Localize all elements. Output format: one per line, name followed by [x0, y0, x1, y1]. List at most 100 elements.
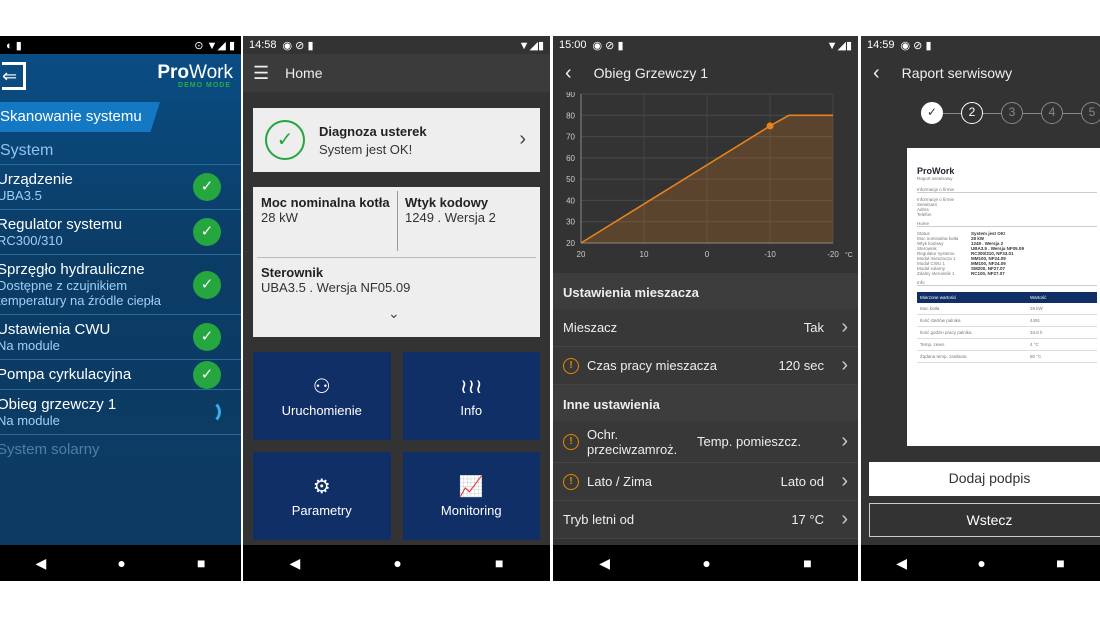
diagnosis-card[interactable]: ✓ Diagnoza usterek System jest OK! › — [253, 108, 540, 172]
report-preview: ProWork Raport serwisowy Informacje o fi… — [907, 148, 1100, 446]
item-title: Sprzęgło hydrauliczne — [0, 261, 145, 278]
device-info-card: Moc nominalna kotła 28 kW Wtyk kodowy 1249… — [253, 187, 540, 337]
home-icon[interactable]: ● — [702, 555, 710, 571]
list-item: Ustawienia CWU Na module ✓ — [0, 315, 241, 360]
back-icon[interactable]: ◀ — [36, 555, 47, 572]
setting-summer-mode[interactable]: Tryb letni od 17 °C › — [553, 501, 858, 539]
y-tick-label: 20 — [566, 239, 575, 248]
section-header: Inne ustawienia — [553, 385, 858, 421]
tile-monitoring[interactable]: 📈 Monitoring — [402, 452, 540, 540]
x-tick-label: -10 — [764, 250, 776, 259]
warning-icon: ! — [563, 433, 579, 450]
add-signature-button[interactable]: Dodaj podpis — [869, 462, 1100, 496]
y-tick-label: 70 — [566, 133, 575, 142]
table-row: Moc kotła 28 kW — [917, 303, 1097, 315]
recents-icon[interactable]: ■ — [495, 555, 503, 571]
x-tick-label: -20 — [827, 250, 839, 259]
item-title: Regulator systemu — [0, 216, 123, 233]
android-nav: ◀ ● ■ — [861, 545, 1100, 581]
page-title: Skanowanie systemu — [0, 102, 160, 132]
chevron-right-icon: › — [841, 508, 848, 530]
chevron-right-icon: › — [841, 354, 848, 376]
table-row: Ilość startów palnika 4491 — [917, 315, 1097, 327]
tile-parametry[interactable]: ⚙ Parametry — [253, 452, 391, 540]
list-item: Pompa cyrkulacyjna ✓ — [0, 360, 241, 390]
app-bar-title: Raport serwisowy — [901, 65, 1013, 81]
user-gear-icon: ⚇ — [312, 376, 331, 398]
recents-icon[interactable]: ■ — [1056, 555, 1064, 571]
back-button[interactable]: Wstecz — [869, 503, 1100, 537]
y-tick-label: 90 — [566, 92, 575, 99]
step-4[interactable]: 4 — [1041, 102, 1063, 124]
demo-mode-label: DEMO MODE — [178, 82, 231, 89]
recents-icon[interactable]: ■ — [803, 555, 811, 571]
check-icon: ✓ — [193, 360, 221, 389]
diag-title: Diagnoza usterek — [319, 124, 427, 139]
chart-icon: 📈 — [458, 476, 484, 498]
android-nav: ◀ ● ■ — [0, 545, 241, 581]
list-item: Regulator systemu RC300/310 ✓ — [0, 210, 241, 255]
step-2[interactable]: 2 — [961, 102, 983, 124]
screen-system-scan: ◐ ▮ ⊙ ▼◢ ▮ ⇐ ProWork DEMO MODE Skanowanie… — [0, 36, 241, 581]
item-title: Urządzenie — [0, 171, 73, 188]
back-icon[interactable]: ◀ — [599, 555, 610, 572]
check-circle-icon: ✓ — [265, 120, 305, 160]
step-3[interactable]: 3 — [1001, 102, 1023, 124]
tile-info[interactable]: ≀≀≀ Info — [402, 352, 540, 440]
y-tick-label: 30 — [566, 218, 575, 227]
current-point-marker — [766, 122, 774, 130]
list-item-faded: System solarny — [0, 441, 100, 458]
step-5[interactable]: 5 — [1081, 102, 1100, 124]
gear-icon: ⚙ — [312, 476, 331, 498]
chevron-down-icon[interactable]: ⌄ — [388, 305, 400, 322]
item-subtitle: RC300/310 — [0, 233, 63, 248]
warning-icon: ! — [563, 357, 579, 374]
back-arrow-icon[interactable]: ‹ — [873, 62, 880, 85]
item-title: Ustawienia CWU — [0, 321, 111, 338]
item-subtitle: UBA3.5 — [0, 188, 42, 203]
section-header: Ustawienia mieszacza — [553, 273, 858, 309]
setting-frost-protection[interactable]: ! Ochr. przeciwzamroż. Temp. pomieszcz. › — [553, 421, 858, 463]
stepper: ✓ 2 3 4 5 — [861, 92, 1100, 124]
menu-icon[interactable]: ☰ — [253, 63, 269, 84]
back-icon[interactable]: ◀ — [896, 555, 907, 572]
back-arrow-icon[interactable]: ‹ — [565, 62, 572, 85]
list-item: Urządzenie UBA3.5 ✓ — [0, 165, 241, 210]
exit-icon[interactable]: ⇐ — [2, 62, 26, 90]
x-tick-label: 10 — [640, 250, 649, 259]
setting-mixer[interactable]: Mieszacz Tak › — [553, 309, 858, 347]
table-row: Temp. zewn. 4 °C — [917, 339, 1097, 351]
setting-summer-winter[interactable]: ! Lato / Zima Lato od › — [553, 463, 858, 501]
recents-icon[interactable]: ■ — [197, 555, 205, 571]
setting-mixer-time[interactable]: ! Czas pracy mieszacza 120 sec › — [553, 347, 858, 385]
step-done-check-icon[interactable]: ✓ — [921, 102, 943, 124]
check-icon: ✓ — [193, 323, 221, 351]
home-icon[interactable]: ● — [393, 555, 401, 571]
item-subtitle: Dostępne z czujnikiem temperatury na źró… — [0, 278, 162, 308]
status-bar: 14:58 ◉ ⊘ ▮ ▼◢▮ — [243, 36, 550, 54]
y-tick-label: 40 — [566, 196, 575, 205]
section-header: System — [0, 142, 241, 165]
home-icon[interactable]: ● — [117, 555, 125, 571]
table-row: Ilość godzin pracy palnika 33.6 h — [917, 327, 1097, 339]
app-bar-title: Obieg Grzewczy 1 — [593, 65, 709, 81]
logo: ProWork — [157, 62, 233, 83]
y-tick-label: 80 — [566, 111, 575, 120]
chevron-right-icon: › — [841, 430, 848, 452]
back-icon[interactable]: ◀ — [290, 555, 301, 572]
tile-uruchomienie[interactable]: ⚇ Uruchomienie — [253, 352, 391, 440]
item-title: Pompa cyrkulacyjna — [0, 366, 132, 383]
android-nav: ◀ ● ■ — [243, 545, 550, 581]
heating-curve-chart: 20 30 40 50 60 70 80 90 20 10 0 -10 -20 °C — [566, 90, 853, 259]
check-icon: ✓ — [193, 218, 221, 246]
x-tick-label: 0 — [705, 250, 710, 259]
loading-spinner-icon — [197, 400, 221, 424]
list-item: Sprzęgło hydrauliczne Dostępne z czujniki… — [0, 255, 241, 315]
app-bar-title: Home — [285, 65, 323, 81]
y-tick-label: 50 — [566, 175, 575, 184]
android-nav: ◀ ● ■ — [553, 545, 858, 581]
home-icon[interactable]: ● — [977, 555, 985, 571]
check-icon: ✓ — [193, 173, 221, 201]
status-bar: 15:00 ◉ ⊘ ▮ ▼◢▮ — [553, 36, 858, 54]
diag-status: System jest OK! — [319, 142, 413, 157]
